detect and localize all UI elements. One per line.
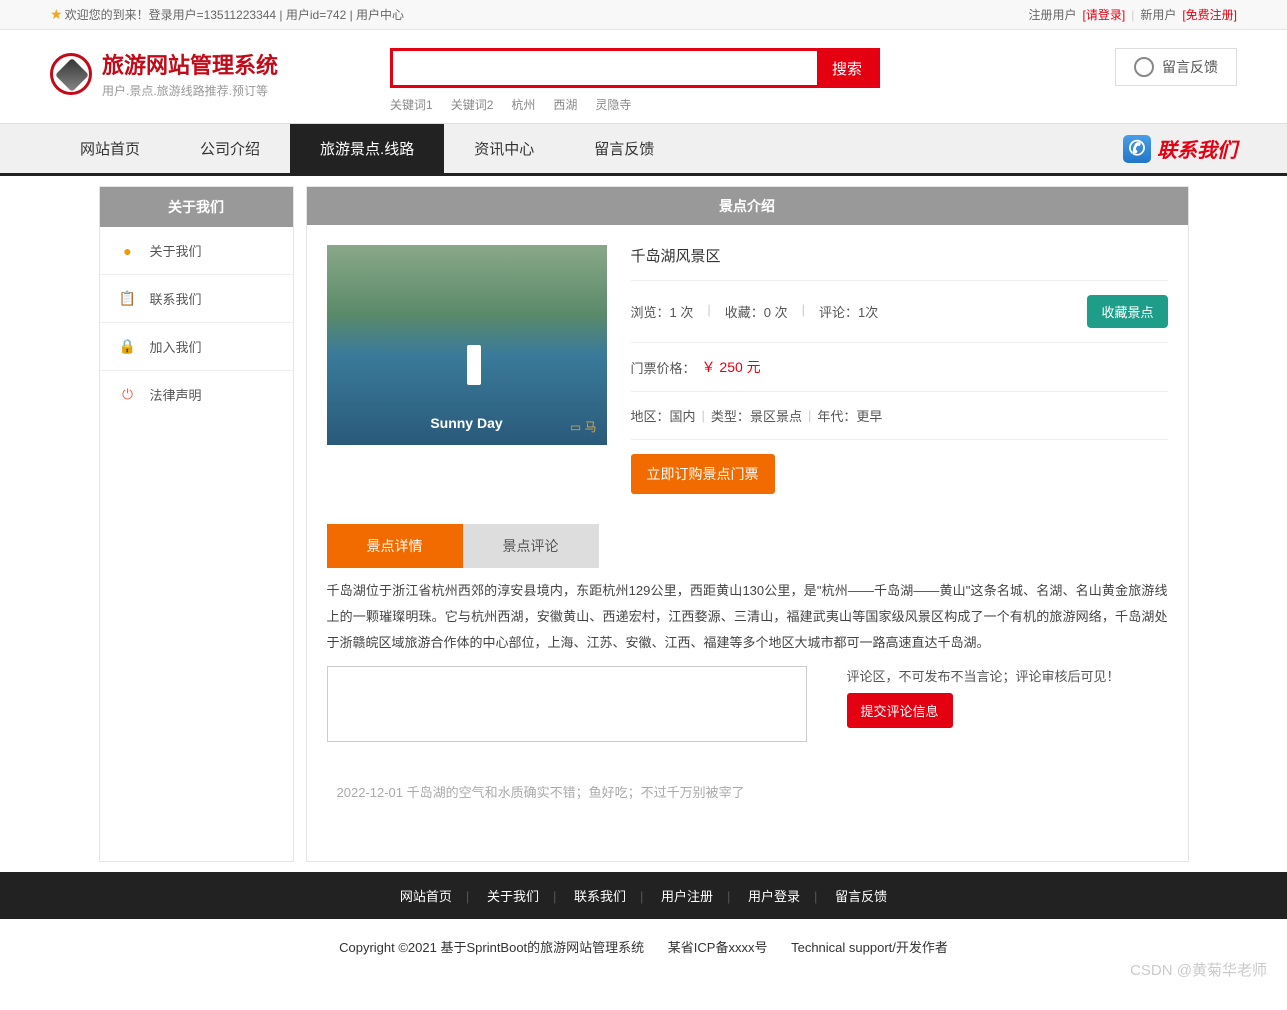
sidebar-item-join[interactable]: 🔒加入我们 <box>100 323 293 371</box>
comment-list: 2022-12-01 千岛湖的空气和水质确实不错；鱼好吃；不过千万别被宰了 <box>307 762 1188 861</box>
scenic-title: 千岛湖风景区 <box>631 245 1168 281</box>
footer-link-register[interactable]: 用户注册 <box>661 889 713 904</box>
detail-tabs: 景点详情 景点评论 <box>327 524 1168 568</box>
keyword-link[interactable]: 关键词2 <box>451 96 494 113</box>
comment-note: 评论区，不可发布不当言论；评论审核后可见！ <box>847 666 1168 685</box>
price-value: ￥ 250 元 <box>702 357 761 377</box>
footer-nav: 网站首页| 关于我们| 联系我们| 用户注册| 用户登录| 留言反馈 <box>0 872 1287 919</box>
image-tag: ▭ 马 <box>570 418 597 435</box>
era-label: 年代： <box>817 406 856 425</box>
star-icon: ★ <box>50 6 63 23</box>
favorite-button[interactable]: 收藏景点 <box>1087 295 1167 328</box>
search-input[interactable] <box>393 51 817 85</box>
clipboard-icon: 📋 <box>120 291 136 307</box>
nav-scenic[interactable]: 旅游景点.线路 <box>290 124 444 173</box>
login-link[interactable]: [请登录] <box>1083 6 1126 23</box>
nav-feedback[interactable]: 留言反馈 <box>564 124 684 173</box>
sidebar-item-legal[interactable]: ⏻法律声明 <box>100 371 293 418</box>
keyword-link[interactable]: 关键词1 <box>390 96 433 113</box>
scenic-description: 千岛湖位于浙江省杭州西郊的淳安县境内，东距杭州129公里，西距黄山130公里，是… <box>307 568 1188 666</box>
keyword-link[interactable]: 西湖 <box>553 96 577 113</box>
sidebar-header: 关于我们 <box>100 187 293 227</box>
welcome-text[interactable]: 欢迎您的到来！登录用户=13511223344 | 用户id=742 | 用户中… <box>65 6 404 23</box>
order-button[interactable]: 立即订购景点门票 <box>631 454 775 494</box>
comment-label: 评论： <box>819 305 858 320</box>
tab-detail[interactable]: 景点详情 <box>327 524 463 568</box>
view-label: 浏览： <box>631 305 670 320</box>
footer-link-about[interactable]: 关于我们 <box>487 889 539 904</box>
type-label: 类型： <box>711 406 750 425</box>
nav-home[interactable]: 网站首页 <box>50 124 170 173</box>
power-icon: ⏻ <box>120 387 136 403</box>
tab-comments[interactable]: 景点评论 <box>463 524 599 568</box>
circle-icon: ● <box>120 243 136 259</box>
phone-icon: ✆ <box>1123 135 1151 163</box>
search-area: 搜索 关键词1 关键词2 杭州 西湖 灵隐寺 <box>390 48 1115 113</box>
free-register-link[interactable]: [免费注册] <box>1182 6 1237 23</box>
sidebar-item-about[interactable]: ●关于我们 <box>100 227 293 275</box>
keyword-link[interactable]: 灵隐寺 <box>595 96 631 113</box>
sidebar: 关于我们 ●关于我们 📋联系我们 🔒加入我们 ⏻法律声明 <box>99 186 294 862</box>
price-label: 门票价格： <box>631 358 696 377</box>
view-count: 1 次 <box>670 305 694 320</box>
main-content: 景点介绍 Sunny Day ▭ 马 千岛湖风景区 浏览：1 次 | 收藏：0 … <box>306 186 1189 862</box>
contact-us-link[interactable]: ✆ 联系我们 <box>1123 134 1237 163</box>
submit-comment-button[interactable]: 提交评论信息 <box>847 693 953 728</box>
site-title: 旅游网站管理系统 <box>102 48 278 80</box>
header: 旅游网站管理系统 用户.景点.旅游线路推荐.预订等 搜索 关键词1 关键词2 杭… <box>0 30 1287 123</box>
era-value: 更早 <box>856 406 882 425</box>
footer-link-home[interactable]: 网站首页 <box>400 889 452 904</box>
comment-textarea[interactable] <box>327 666 807 742</box>
nav-news[interactable]: 资讯中心 <box>444 124 564 173</box>
fav-count: 0 次 <box>764 305 788 320</box>
image-overlay-text: Sunny Day <box>327 415 607 431</box>
region-value: 国内 <box>670 406 696 425</box>
comment-count: 1次 <box>858 305 878 320</box>
headset-icon <box>1134 57 1154 77</box>
footer-copyright: Copyright ©2021 基于SprintBoot的旅游网站管理系统 某省… <box>0 919 1287 974</box>
type-value: 景区景点 <box>750 406 802 425</box>
footer-link-feedback[interactable]: 留言反馈 <box>835 889 887 904</box>
search-button[interactable]: 搜索 <box>817 51 877 85</box>
site-subtitle: 用户.景点.旅游线路推荐.预订等 <box>102 82 278 99</box>
sidebar-item-contact[interactable]: 📋联系我们 <box>100 275 293 323</box>
logo-area[interactable]: 旅游网站管理系统 用户.景点.旅游线路推荐.预订等 <box>50 48 390 99</box>
separator: | <box>1131 8 1134 22</box>
scenic-image: Sunny Day ▭ 马 <box>327 245 607 445</box>
footer-link-login[interactable]: 用户登录 <box>748 889 800 904</box>
nav-company[interactable]: 公司介绍 <box>170 124 290 173</box>
logo-icon <box>50 53 92 95</box>
region-label: 地区： <box>631 406 670 425</box>
lock-icon: 🔒 <box>120 339 136 355</box>
main-nav: 网站首页 公司介绍 旅游景点.线路 资讯中心 留言反馈 ✆ 联系我们 <box>0 123 1287 176</box>
comment-item: 2022-12-01 千岛湖的空气和水质确实不错；鱼好吃；不过千万别被宰了 <box>337 782 1158 801</box>
keywords-row: 关键词1 关键词2 杭州 西湖 灵隐寺 <box>390 96 1115 113</box>
feedback-button[interactable]: 留言反馈 <box>1115 48 1237 86</box>
fav-label: 收藏： <box>725 305 764 320</box>
footer-link-contact[interactable]: 联系我们 <box>574 889 626 904</box>
reg-user-label: 注册用户 <box>1029 6 1077 23</box>
new-user-label: 新用户 <box>1140 6 1176 23</box>
keyword-link[interactable]: 杭州 <box>511 96 535 113</box>
content-header: 景点介绍 <box>307 187 1188 225</box>
topbar: ★ 欢迎您的到来！登录用户=13511223344 | 用户id=742 | 用… <box>0 0 1287 30</box>
